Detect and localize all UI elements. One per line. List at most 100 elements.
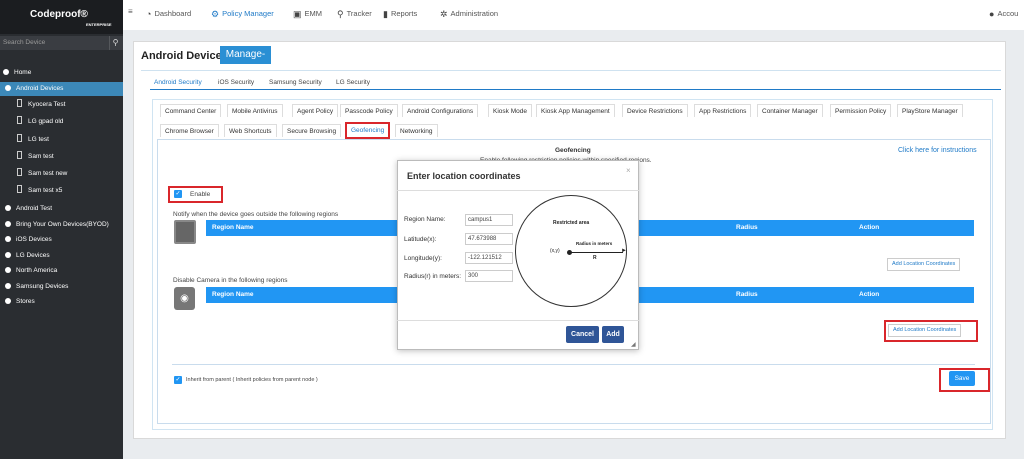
tree-item-device[interactable]: LG test: [17, 133, 49, 147]
close-icon[interactable]: ×: [626, 166, 631, 175]
tree-item-group[interactable]: Samsung Devices: [5, 280, 68, 294]
search-icon[interactable]: ⚲: [109, 36, 121, 50]
tree-item-device[interactable]: Sam test: [17, 150, 54, 164]
device-search[interactable]: Search Device ⚲: [0, 36, 123, 50]
cancel-button[interactable]: Cancel: [566, 326, 599, 343]
arrow-right-icon: ►: [621, 248, 627, 254]
device-outline-icon: [174, 220, 196, 244]
tab-web-shortcuts[interactable]: Web Shortcuts: [224, 124, 277, 137]
tab-networking[interactable]: Networking: [395, 124, 438, 137]
tab-ios-security[interactable]: iOS Security: [218, 79, 254, 86]
enable-checkbox[interactable]: ✓: [174, 190, 182, 198]
nav-emm[interactable]: ▣ EMM: [293, 9, 322, 20]
tab-geofencing[interactable]: Geofencing: [345, 122, 391, 139]
minus-icon: [5, 84, 11, 91]
latitude-input[interactable]: 47.673988: [465, 233, 513, 245]
nav-administration[interactable]: ✲ Administration: [440, 9, 498, 20]
tab-chrome-browser[interactable]: Chrome Browser: [160, 124, 219, 137]
region-name-input[interactable]: campus1: [465, 214, 513, 226]
policy-icon: ⚙: [211, 9, 220, 19]
radius-label: Radius(r) in meters:: [404, 273, 462, 280]
camera-icon: ◉: [174, 287, 195, 310]
tree-item-home[interactable]: Home: [3, 66, 31, 80]
tab-app-restrictions[interactable]: App Restrictions: [694, 104, 752, 117]
tab-lg-security[interactable]: LG Security: [336, 79, 370, 86]
tree-item-group[interactable]: North America: [5, 264, 57, 278]
page-title: Android Devices: [141, 50, 228, 62]
nav-account[interactable]: ● Accou: [989, 9, 1018, 19]
tree-item-device[interactable]: LG gpad old: [17, 115, 63, 129]
nav-reports[interactable]: ▮ Reports: [383, 9, 417, 20]
add-location-button[interactable]: Add Location Coordinates: [888, 324, 962, 337]
tree-item-android-devices[interactable]: Android Devices: [0, 82, 123, 96]
longitude-label: Longitude(y):: [404, 255, 442, 262]
tab-agent-policy[interactable]: Agent Policy: [292, 104, 339, 117]
section-heading: Geofencing: [555, 147, 591, 154]
tab-passcode-policy[interactable]: Passcode Policy: [340, 104, 398, 117]
tab-samsung-security[interactable]: Samsung Security: [269, 79, 322, 86]
plus-icon: [3, 68, 9, 75]
tab-secure-browsing[interactable]: Secure Browsing: [282, 124, 342, 137]
phone-icon: [17, 168, 22, 176]
tree-item-group[interactable]: iOS Devices: [5, 233, 52, 247]
search-input[interactable]: Search Device: [3, 39, 45, 46]
instructions-link[interactable]: Click here for instructions: [898, 147, 977, 154]
tree-item-device[interactable]: Kyocera Test: [17, 98, 65, 112]
radius-input[interactable]: 300: [465, 270, 513, 282]
diagram-r-label: R: [593, 255, 597, 261]
manage-button[interactable]: Manage-: [220, 46, 271, 64]
brand-subtitle: ENTERPRISE: [86, 22, 112, 27]
inherit-checkbox[interactable]: ✓: [174, 376, 182, 384]
region-name-label: Region Name:: [404, 216, 446, 223]
tab-container-manager[interactable]: Container Manager: [757, 104, 823, 117]
gear-icon: ✲: [440, 9, 448, 19]
divider: [141, 70, 1001, 71]
plus-icon: [5, 204, 11, 211]
longitude-input[interactable]: -122.121512: [465, 252, 513, 264]
diagram-radius-label: Radius in meters: [576, 241, 613, 246]
camera-col-filler: [639, 287, 729, 303]
add-button[interactable]: Add: [602, 326, 624, 343]
nav-policy-manager[interactable]: ⚙ Policy Manager: [211, 9, 274, 20]
enable-label: Enable: [190, 191, 211, 198]
tree-item-device[interactable]: Sam test x5: [17, 184, 62, 198]
camera-col-action: Action: [854, 287, 974, 303]
brand-title: Codeproof®: [30, 9, 88, 20]
phone-icon: [17, 116, 22, 124]
user-icon: ●: [989, 9, 995, 19]
save-button[interactable]: Save: [949, 371, 975, 386]
tree-item-group[interactable]: LG Devices: [5, 249, 50, 263]
divider: [172, 364, 975, 365]
tree-item-group[interactable]: Stores: [5, 295, 35, 309]
tab-command-center[interactable]: Command Center: [160, 104, 222, 117]
plus-icon: [5, 282, 11, 289]
phone-icon: [17, 134, 22, 142]
tab-kiosk-app-management[interactable]: Kiosk App Management: [536, 104, 615, 117]
tab-playstore-manager[interactable]: PlayStore Manager: [897, 104, 963, 117]
tab-device-restrictions[interactable]: Device Restrictions: [622, 104, 688, 117]
emm-icon: ▣: [293, 9, 302, 19]
brand-logo[interactable]: Codeproof® ENTERPRISE: [0, 0, 123, 34]
radius-line: [571, 252, 623, 253]
tab-mobile-antivirus[interactable]: Mobile Antivirus: [227, 104, 283, 117]
phone-icon: [17, 151, 22, 159]
modal-divider: [397, 320, 639, 321]
tree-item-group[interactable]: Bring Your Own Devices(BYOD): [5, 218, 109, 232]
tab-kiosk-mode[interactable]: Kiosk Mode: [488, 104, 532, 117]
bar-chart-icon: ▮: [383, 9, 388, 19]
tab-android-configurations[interactable]: Android Configurations: [402, 104, 479, 117]
tree-item-group[interactable]: Android Test: [5, 202, 52, 216]
tree-item-device[interactable]: Sam test new: [17, 167, 67, 181]
menu-toggle-icon[interactable]: ≡: [128, 7, 133, 16]
modal-divider: [397, 190, 639, 191]
resize-handle-icon[interactable]: ◢: [631, 341, 636, 348]
map-marker-icon: ⚲: [337, 9, 344, 19]
add-location-button[interactable]: Add Location Coordinates: [887, 258, 961, 271]
nav-tracker[interactable]: ⚲ Tracker: [337, 9, 372, 20]
plus-icon: [5, 235, 11, 242]
nav-dashboard[interactable]: ◔ Dashboard: [146, 9, 191, 19]
phone-icon: [17, 185, 22, 193]
tab-android-security[interactable]: Android Security: [154, 79, 202, 86]
notify-col-filler: [639, 220, 729, 236]
tab-permission-policy[interactable]: Permission Policy: [830, 104, 892, 117]
